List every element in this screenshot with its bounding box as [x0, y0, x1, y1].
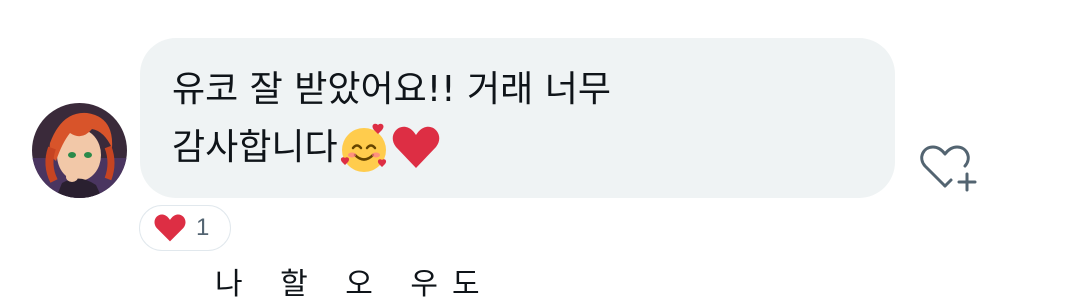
avatar[interactable] [32, 103, 127, 198]
red-heart-icon [390, 122, 442, 174]
heart-plus-icon [920, 145, 977, 192]
message-line-2: 감사합니다 [172, 119, 872, 177]
add-reaction-button[interactable] [915, 138, 981, 198]
reaction-heart-pill[interactable]: 1 [139, 205, 231, 251]
red-heart-icon [154, 214, 186, 242]
message-line-2-text: 감사합니다 [172, 127, 338, 168]
smiling-face-with-hearts-icon [338, 122, 390, 174]
reaction-count: 1 [196, 214, 210, 241]
message-text: 유코 잘 받았어요!! 거래 너무 감사합니다 [172, 61, 872, 177]
next-message-partial: 나 할 오 우도 [215, 267, 494, 302]
message-line-1: 유코 잘 받았어요!! 거래 너무 [172, 69, 611, 110]
